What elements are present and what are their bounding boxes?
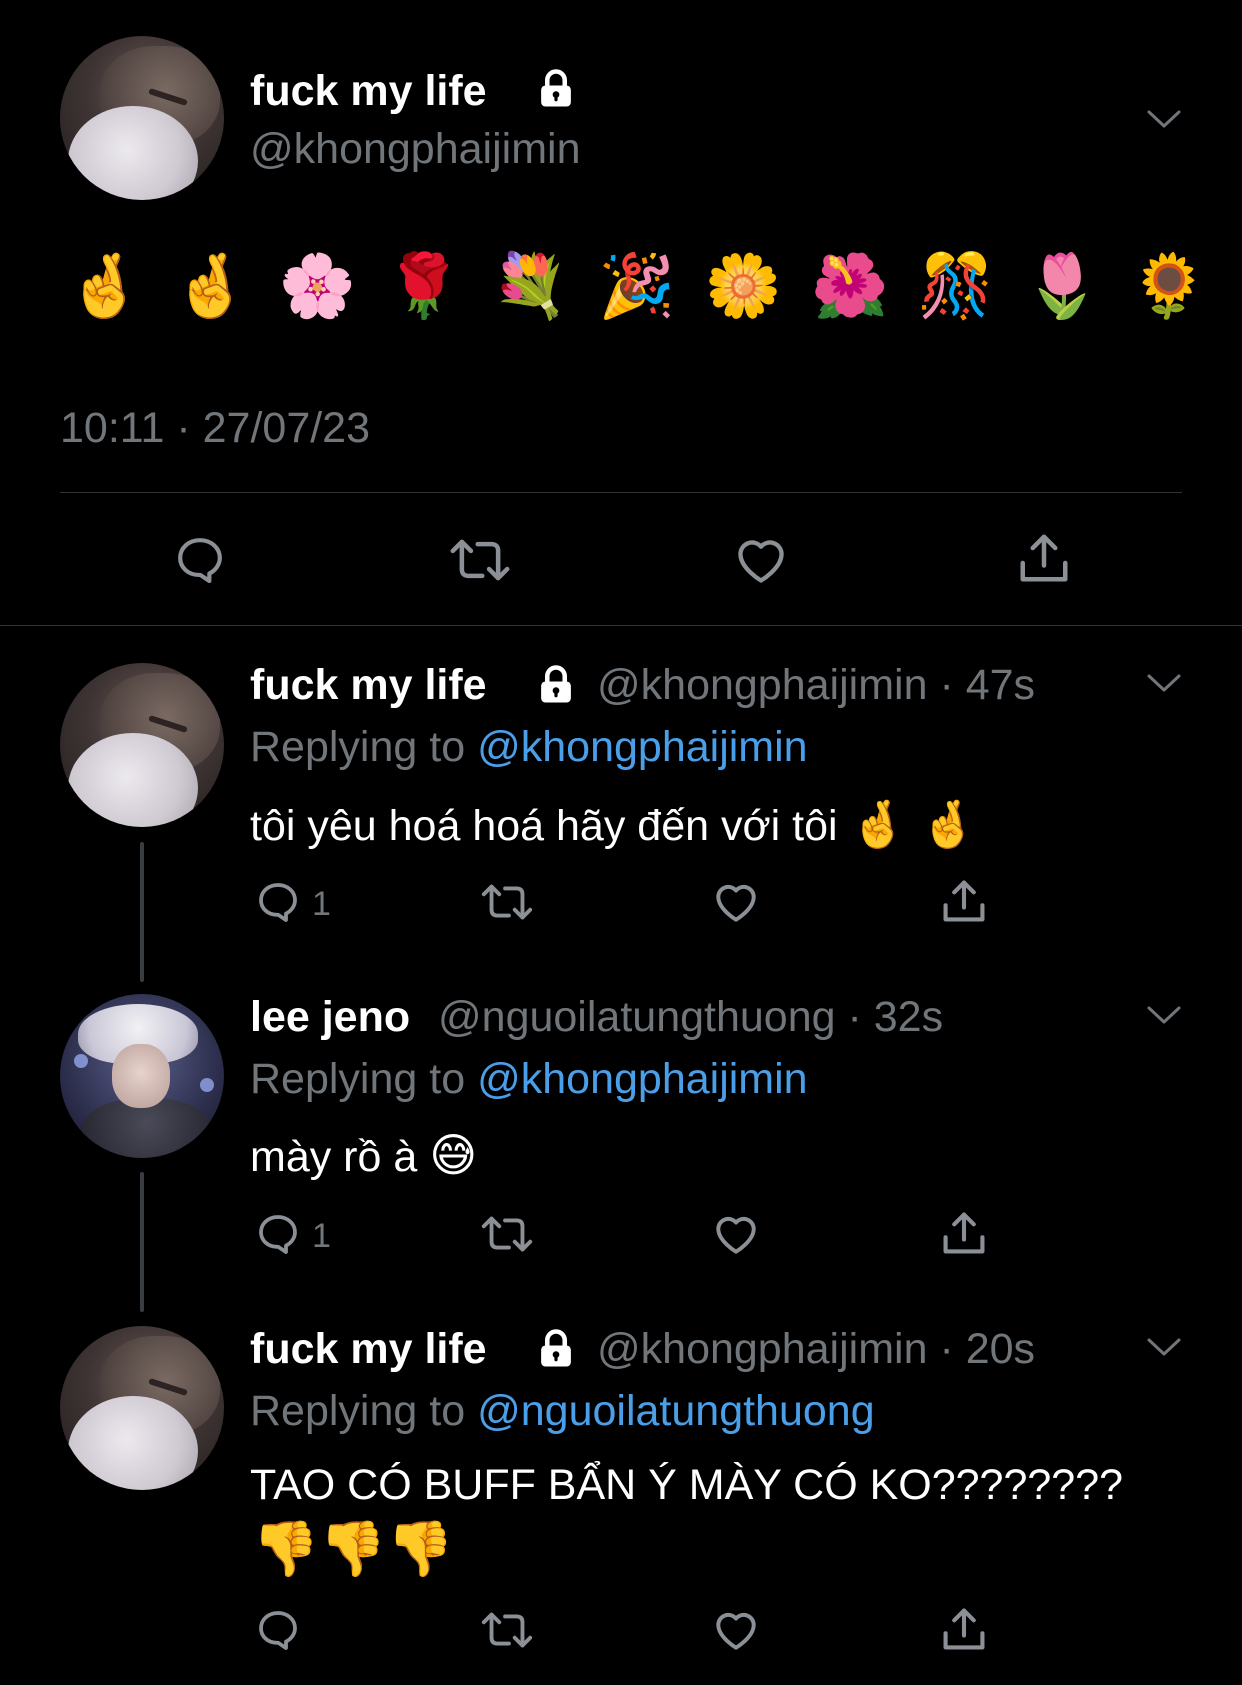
reply-icon[interactable] bbox=[254, 878, 302, 926]
share-icon[interactable] bbox=[1014, 528, 1074, 588]
replying-to: Replying to @nguoilatungthuong bbox=[250, 1390, 875, 1433]
share-icon[interactable] bbox=[938, 875, 990, 927]
mention-link[interactable]: @nguoilatungthuong bbox=[477, 1387, 875, 1435]
tweet-emoji: 👎👎👎 bbox=[252, 1519, 454, 1579]
author-name[interactable]: lee jeno bbox=[250, 996, 410, 1039]
tweet-text: mày rồ à 😅 bbox=[250, 1132, 477, 1179]
author-handle[interactable]: @khongphaijimin bbox=[597, 1325, 928, 1373]
reply-count: 1 bbox=[312, 885, 331, 923]
reply-icon[interactable] bbox=[254, 1606, 302, 1654]
like-icon[interactable] bbox=[710, 1605, 762, 1655]
like-icon[interactable] bbox=[731, 531, 791, 589]
tweet-emoji: 😅 bbox=[429, 1129, 478, 1181]
retweet-icon[interactable] bbox=[446, 532, 514, 588]
author-handle-row: @khongphaijimin · 20s bbox=[597, 1328, 1035, 1371]
author-name[interactable]: fuck my life bbox=[250, 1328, 487, 1371]
avatar[interactable] bbox=[60, 1326, 224, 1490]
tweet-text: tôi yêu hoá hoá hãy đến với tôi 🤞 🤞 bbox=[250, 801, 977, 848]
reply-icon[interactable] bbox=[172, 532, 228, 588]
tweet-time[interactable]: · 20s bbox=[939, 1325, 1035, 1373]
divider bbox=[0, 625, 1242, 626]
lock-icon bbox=[541, 69, 571, 107]
share-icon[interactable] bbox=[938, 1603, 990, 1655]
thread-line bbox=[140, 842, 144, 982]
tweet-text: 🤞 🤞 🌸 🌹 💐 🎉 🌼 🌺 🎊 🌷 🌻 bbox=[66, 252, 1214, 321]
avatar[interactable] bbox=[60, 36, 224, 200]
reply-icon[interactable] bbox=[254, 1210, 302, 1258]
author-handle-row: @nguoilatungthuong · 32s bbox=[438, 996, 943, 1039]
replying-to-label: Replying to bbox=[250, 1055, 466, 1103]
avatar[interactable] bbox=[60, 994, 224, 1158]
author-name[interactable]: fuck my life bbox=[250, 664, 487, 707]
mention-link[interactable]: @khongphaijimin bbox=[477, 723, 808, 771]
reply-count: 1 bbox=[312, 1217, 331, 1255]
replying-to: Replying to @khongphaijimin bbox=[250, 726, 808, 769]
retweet-icon[interactable] bbox=[478, 878, 536, 926]
chevron-down-icon[interactable] bbox=[1146, 1336, 1182, 1358]
replying-to-label: Replying to bbox=[250, 723, 466, 771]
chevron-down-icon[interactable] bbox=[1146, 108, 1182, 130]
share-icon[interactable] bbox=[938, 1207, 990, 1259]
retweet-icon[interactable] bbox=[478, 1210, 536, 1258]
lock-icon bbox=[541, 665, 571, 703]
author-handle[interactable]: @khongphaijimin bbox=[250, 128, 581, 171]
tweet-text-content: tôi yêu hoá hoá hãy đến với tôi bbox=[250, 802, 838, 850]
author-handle[interactable]: @khongphaijimin bbox=[597, 661, 928, 709]
author-name[interactable]: fuck my life bbox=[250, 70, 487, 113]
author-handle-row: @khongphaijimin · 47s bbox=[597, 664, 1035, 707]
tweet-text-content: mày rồ à bbox=[250, 1133, 418, 1181]
divider bbox=[60, 492, 1182, 493]
replying-to: Replying to @khongphaijimin bbox=[250, 1058, 808, 1101]
tweet-emoji: 🤞 🤞 bbox=[849, 798, 977, 850]
tweet-time[interactable]: · 32s bbox=[848, 993, 944, 1041]
like-icon[interactable] bbox=[710, 1209, 762, 1259]
chevron-down-icon[interactable] bbox=[1146, 1004, 1182, 1026]
retweet-icon[interactable] bbox=[478, 1606, 536, 1654]
tweet-time[interactable]: · 47s bbox=[939, 661, 1035, 709]
author-handle[interactable]: @nguoilatungthuong bbox=[438, 993, 836, 1041]
chevron-down-icon[interactable] bbox=[1146, 672, 1182, 694]
avatar[interactable] bbox=[60, 663, 224, 827]
tweet-timestamp[interactable]: 10:11 · 27/07/23 bbox=[60, 407, 370, 450]
replying-to-label: Replying to bbox=[250, 1387, 466, 1435]
mention-link[interactable]: @khongphaijimin bbox=[477, 1055, 808, 1103]
tweet-text: TAO CÓ BUFF BẨN Ý MÀY CÓ KO???????? bbox=[250, 1461, 1124, 1509]
thread-line bbox=[140, 1172, 144, 1312]
lock-icon bbox=[541, 1329, 571, 1367]
like-icon[interactable] bbox=[710, 877, 762, 927]
